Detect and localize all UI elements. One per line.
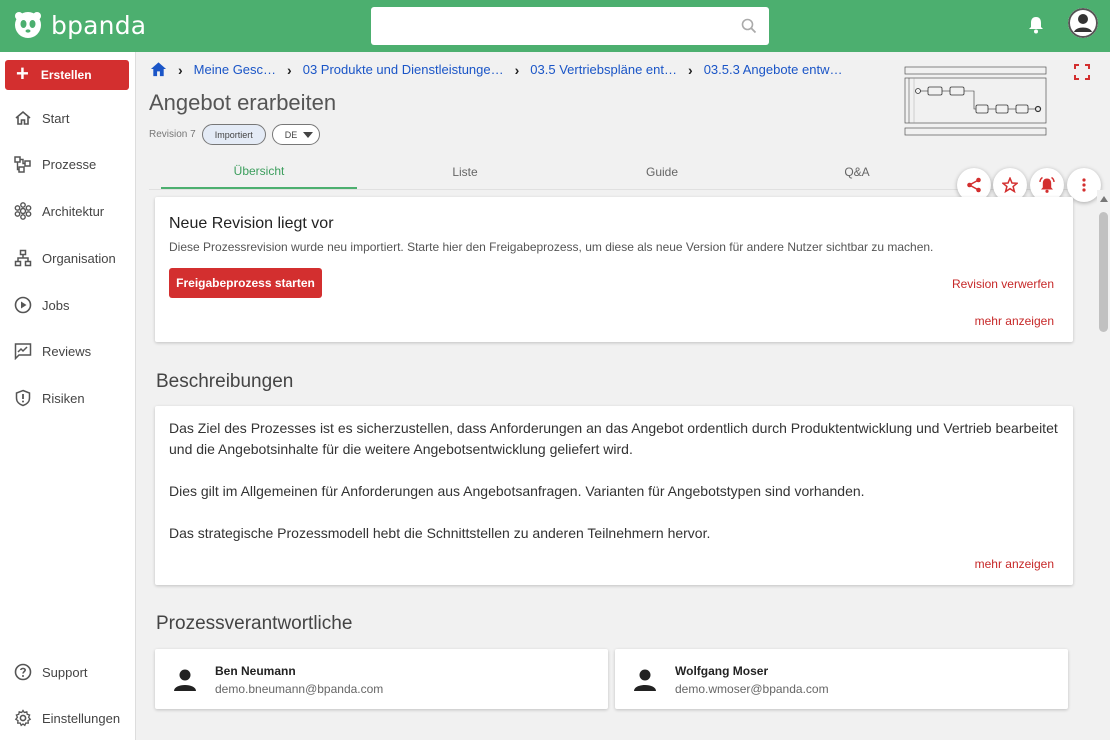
sidebar-item-start[interactable]: Start <box>0 100 136 136</box>
sidebar-item-risiken[interactable]: Risiken <box>0 380 136 416</box>
top-bar: bpanda <box>0 0 1110 52</box>
chevron-right-icon: › <box>178 61 183 78</box>
help-icon <box>14 663 32 681</box>
revision-label: Revision 7 <box>149 129 196 140</box>
scrollbar[interactable] <box>1097 190 1110 740</box>
discard-revision-link[interactable]: Revision verwerfen <box>952 277 1054 291</box>
notification-bell-icon[interactable] <box>1027 15 1045 35</box>
sidebar-item-label: Support <box>42 664 88 680</box>
sidebar-item-label: Einstellungen <box>42 710 121 726</box>
tab-uebersicht[interactable]: Übersicht <box>161 155 357 189</box>
sidebar-item-reviews[interactable]: Reviews <box>0 333 136 369</box>
review-icon <box>14 343 32 360</box>
sidebar-item-label: Prozesse <box>42 156 97 172</box>
star-icon <box>1002 177 1018 193</box>
description-paragraph: Das strategische Prozessmodell hebt die … <box>169 525 711 541</box>
sidebar-item-einstellungen[interactable]: Einstellungen <box>0 700 136 736</box>
tab-liste[interactable]: Liste <box>367 155 563 189</box>
revision-card-title: Neue Revision liegt vor <box>169 215 334 232</box>
chevron-right-icon: › <box>688 61 693 78</box>
sidebar-item-organisation[interactable]: Organisation <box>0 240 136 276</box>
scroll-up-arrow-icon[interactable] <box>1100 196 1108 202</box>
owner-email: demo.wmoser@bpanda.com <box>675 682 829 696</box>
breadcrumb-item[interactable]: 03 Produkte und Dienstleistunge… <box>303 62 504 77</box>
breadcrumb-item[interactable]: 03.5 Vertriebspläne ent… <box>530 62 677 77</box>
revision-meta: Revision 7 Importiert DE <box>149 124 321 145</box>
language-value: DE <box>284 129 298 140</box>
fullscreen-icon[interactable] <box>1074 64 1090 80</box>
search-input[interactable] <box>371 7 769 45</box>
tab-bar: Übersicht Liste Guide Q&A <box>149 155 1098 190</box>
sidebar-item-label: Risiken <box>42 390 85 406</box>
sidebar-item-jobs[interactable]: Jobs <box>0 287 136 323</box>
breadcrumb-item[interactable]: 03.5.3 Angebote entw… <box>704 62 843 77</box>
chevron-right-icon: › <box>514 61 520 78</box>
chevron-right-icon: › <box>287 61 292 78</box>
app-name: bpanda <box>51 10 147 40</box>
architecture-icon <box>14 202 32 220</box>
alarm-bell-icon <box>1039 176 1055 193</box>
account-icon <box>1068 8 1098 38</box>
show-more-link[interactable]: mehr anzeigen <box>975 557 1054 571</box>
show-more-link[interactable]: mehr anzeigen <box>975 314 1054 328</box>
status-badge: Importiert <box>201 124 266 145</box>
panda-logo-icon <box>15 12 41 38</box>
process-diagram-preview[interactable] <box>904 66 1047 137</box>
descriptions-card: Das Ziel des Prozesses ist es sicherzust… <box>155 406 1073 585</box>
home-icon[interactable] <box>150 61 167 78</box>
owner-email: demo.bneumann@bpanda.com <box>215 682 384 696</box>
breadcrumb: › Meine Gesc… › 03 Produkte und Dienstle… <box>150 61 842 78</box>
person-icon <box>174 669 196 691</box>
person-icon <box>634 669 656 691</box>
more-vertical-icon <box>1082 178 1086 192</box>
bpanda-logo[interactable]: bpanda <box>13 10 146 40</box>
tab-guide[interactable]: Guide <box>564 155 760 189</box>
revision-card-text: Diese Prozessrevision wurde neu importie… <box>169 240 934 254</box>
language-select[interactable]: DE <box>271 124 321 145</box>
sidebar-item-prozesse[interactable]: Prozesse <box>0 146 136 182</box>
sidebar-item-label: Start <box>42 110 70 126</box>
plus-icon: + <box>16 61 29 86</box>
revision-card: Neue Revision liegt vor Diese Prozessrev… <box>155 197 1073 342</box>
share-icon <box>967 177 981 193</box>
play-circle-icon <box>14 296 32 314</box>
sidebar-item-label: Reviews <box>42 343 92 359</box>
process-icon <box>14 156 31 173</box>
org-chart-icon <box>14 249 32 267</box>
create-button[interactable]: + Erstellen <box>5 60 129 90</box>
search-icon <box>741 18 757 34</box>
sidebar-item-support[interactable]: Support <box>0 654 136 690</box>
breadcrumb-item[interactable]: Meine Gesc… <box>194 62 276 77</box>
owner-name: Ben Neumann <box>215 664 296 678</box>
sidebar: + Erstellen Start Prozesse Architektur O… <box>0 52 136 740</box>
sidebar-item-label: Architektur <box>42 203 105 219</box>
home-icon <box>15 110 31 125</box>
owner-card[interactable]: Ben Neumann demo.bneumann@bpanda.com <box>155 649 608 709</box>
description-paragraph: Dies gilt im Allgemeinen für Anforderung… <box>169 483 865 499</box>
scrollbar-thumb[interactable] <box>1099 212 1108 332</box>
sidebar-item-architektur[interactable]: Architektur <box>0 193 136 229</box>
process-owners-title: Prozessverantwortliche <box>156 613 353 634</box>
sidebar-item-label: Organisation <box>42 250 116 266</box>
description-paragraph: Das Ziel des Prozesses ist es sicherzust… <box>169 420 1058 457</box>
shield-alert-icon <box>15 389 31 407</box>
owner-name: Wolfgang Moser <box>675 664 769 678</box>
tab-qa[interactable]: Q&A <box>759 155 955 189</box>
descriptions-title: Beschreibungen <box>156 371 294 392</box>
start-approval-button[interactable]: Freigabeprozess starten <box>169 268 322 298</box>
page-title: Angebot erarbeiten <box>149 90 337 115</box>
owner-card[interactable]: Wolfgang Moser demo.wmoser@bpanda.com <box>615 649 1068 709</box>
caret-down-icon <box>303 131 314 138</box>
gear-icon <box>14 709 32 727</box>
create-button-label: Erstellen <box>40 68 92 82</box>
user-avatar[interactable] <box>1068 8 1098 38</box>
sidebar-item-label: Jobs <box>42 297 70 313</box>
